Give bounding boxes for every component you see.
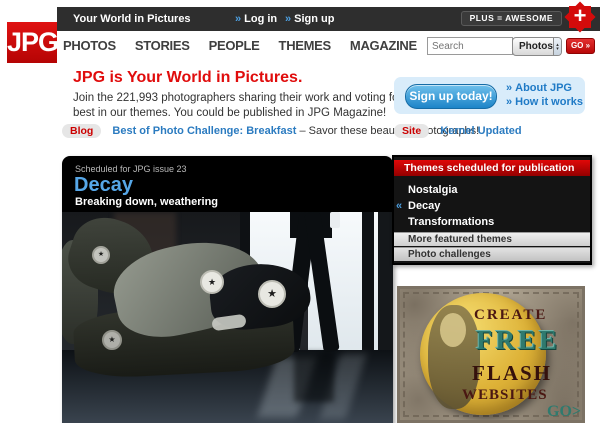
plus-awesome-badge[interactable]: PLUS = AWESOME (460, 11, 562, 26)
jpg-magazine-homepage: Your World in Pictures » Log in » Sign up … (0, 0, 600, 423)
select-stepper-icon: ▴ ▾ (552, 38, 561, 55)
arrow-right-icon: » (506, 96, 513, 108)
converse-patch-icon: ★ (200, 270, 224, 294)
nav-item-themes[interactable]: THEMES (279, 38, 332, 53)
site-tag: Site (394, 124, 430, 138)
feature-title-link[interactable]: Decay (74, 174, 133, 197)
login-label: Log in (244, 13, 278, 25)
arrow-right-icon: » (235, 13, 242, 25)
arrow-right-icon: » (506, 82, 513, 94)
how-it-works-link[interactable]: » How it works (506, 95, 583, 109)
signup-link[interactable]: » Sign up (285, 13, 334, 25)
about-jpg-link[interactable]: » About JPG (506, 81, 583, 95)
photo-person-shirt (330, 212, 340, 228)
login-link[interactable]: » Log in (235, 13, 277, 25)
themes-panel: Themes scheduled for publication « Nosta… (392, 155, 592, 265)
photo-doorframe (362, 212, 374, 362)
search-scope-select[interactable]: Photos ▴ ▾ (512, 37, 562, 56)
site-tagline: Your World in Pictures (73, 13, 191, 25)
site-update-link[interactable]: Kernel Updated (440, 125, 521, 137)
current-theme-chevron-icon: « (396, 200, 403, 212)
blog-post-link[interactable]: Best of Photo Challenge: Breakfast (112, 125, 296, 137)
plus-glyph: + (573, 3, 587, 28)
ad-text-flash: FLASH (472, 361, 553, 385)
signup-label: Sign up (294, 13, 335, 25)
plus-icon[interactable]: + (563, 0, 597, 34)
main-nav: PHOTOS STORIES PEOPLE THEMES MAGAZINE (63, 38, 417, 53)
search-scope-value: Photos (519, 41, 553, 52)
photo-challenges-link[interactable]: Photo challenges (394, 247, 590, 261)
flash-websites-ad[interactable]: CREATE FREE FLASH WEBSITES GO> (397, 286, 585, 423)
top-bar: Your World in Pictures » Log in » Sign up … (57, 7, 600, 31)
ad-text-free: FREE (476, 325, 561, 355)
photo-leg-reflection (294, 352, 334, 402)
nav-item-magazine[interactable]: MAGAZINE (350, 38, 417, 53)
feature-subtitle: Breaking down, weathering (75, 196, 219, 208)
intro-text: Join the 221,993 photographers sharing t… (73, 91, 421, 121)
nav-item-photos[interactable]: PHOTOS (63, 38, 116, 53)
jpg-logo[interactable]: JPG (7, 22, 59, 63)
converse-patch-icon: ★ (258, 280, 286, 308)
signup-promo-box: Sign up today! » About JPG » How it works (394, 77, 585, 114)
promo-links: » About JPG » How it works (506, 81, 583, 109)
themes-panel-header: Themes scheduled for publication (394, 160, 590, 176)
page-headline: JPG is Your World in Pictures. (73, 69, 303, 86)
converse-patch-icon: ★ (92, 246, 110, 264)
search-go-button[interactable]: GO » (566, 38, 595, 54)
site-announcement: Site Kernel Updated (394, 124, 522, 138)
arrow-right-icon: » (285, 13, 292, 25)
ad-woman-face (440, 313, 466, 347)
ad-text-websites: WEBSITES (462, 387, 548, 403)
theme-item-transformations[interactable]: Transformations (408, 216, 494, 228)
theme-item-decay[interactable]: Decay (408, 200, 440, 212)
intro-line-1: Join the 221,993 photographers sharing t… (73, 92, 422, 104)
nav-item-people[interactable]: PEOPLE (209, 38, 260, 53)
intro-line-2: best in our themes. You could be publish… (73, 107, 387, 119)
featured-photo[interactable]: ★ ★ ★ ★ (62, 212, 393, 423)
search-input[interactable] (427, 37, 513, 55)
more-featured-themes-link[interactable]: More featured themes (394, 232, 590, 246)
blog-tag: Blog (62, 124, 102, 138)
theme-item-nostalgia[interactable]: Nostalgia (408, 184, 458, 196)
featured-theme-card: Scheduled for JPG issue 23 Decay Breakin… (62, 156, 393, 423)
ad-go-link[interactable]: GO> (547, 403, 581, 420)
ad-text-create: CREATE (474, 307, 548, 323)
feature-kicker: Scheduled for JPG issue 23 (75, 164, 187, 174)
signup-today-button[interactable]: Sign up today! (405, 84, 497, 109)
converse-patch-icon: ★ (102, 330, 122, 350)
nav-item-stories[interactable]: STORIES (135, 38, 190, 53)
